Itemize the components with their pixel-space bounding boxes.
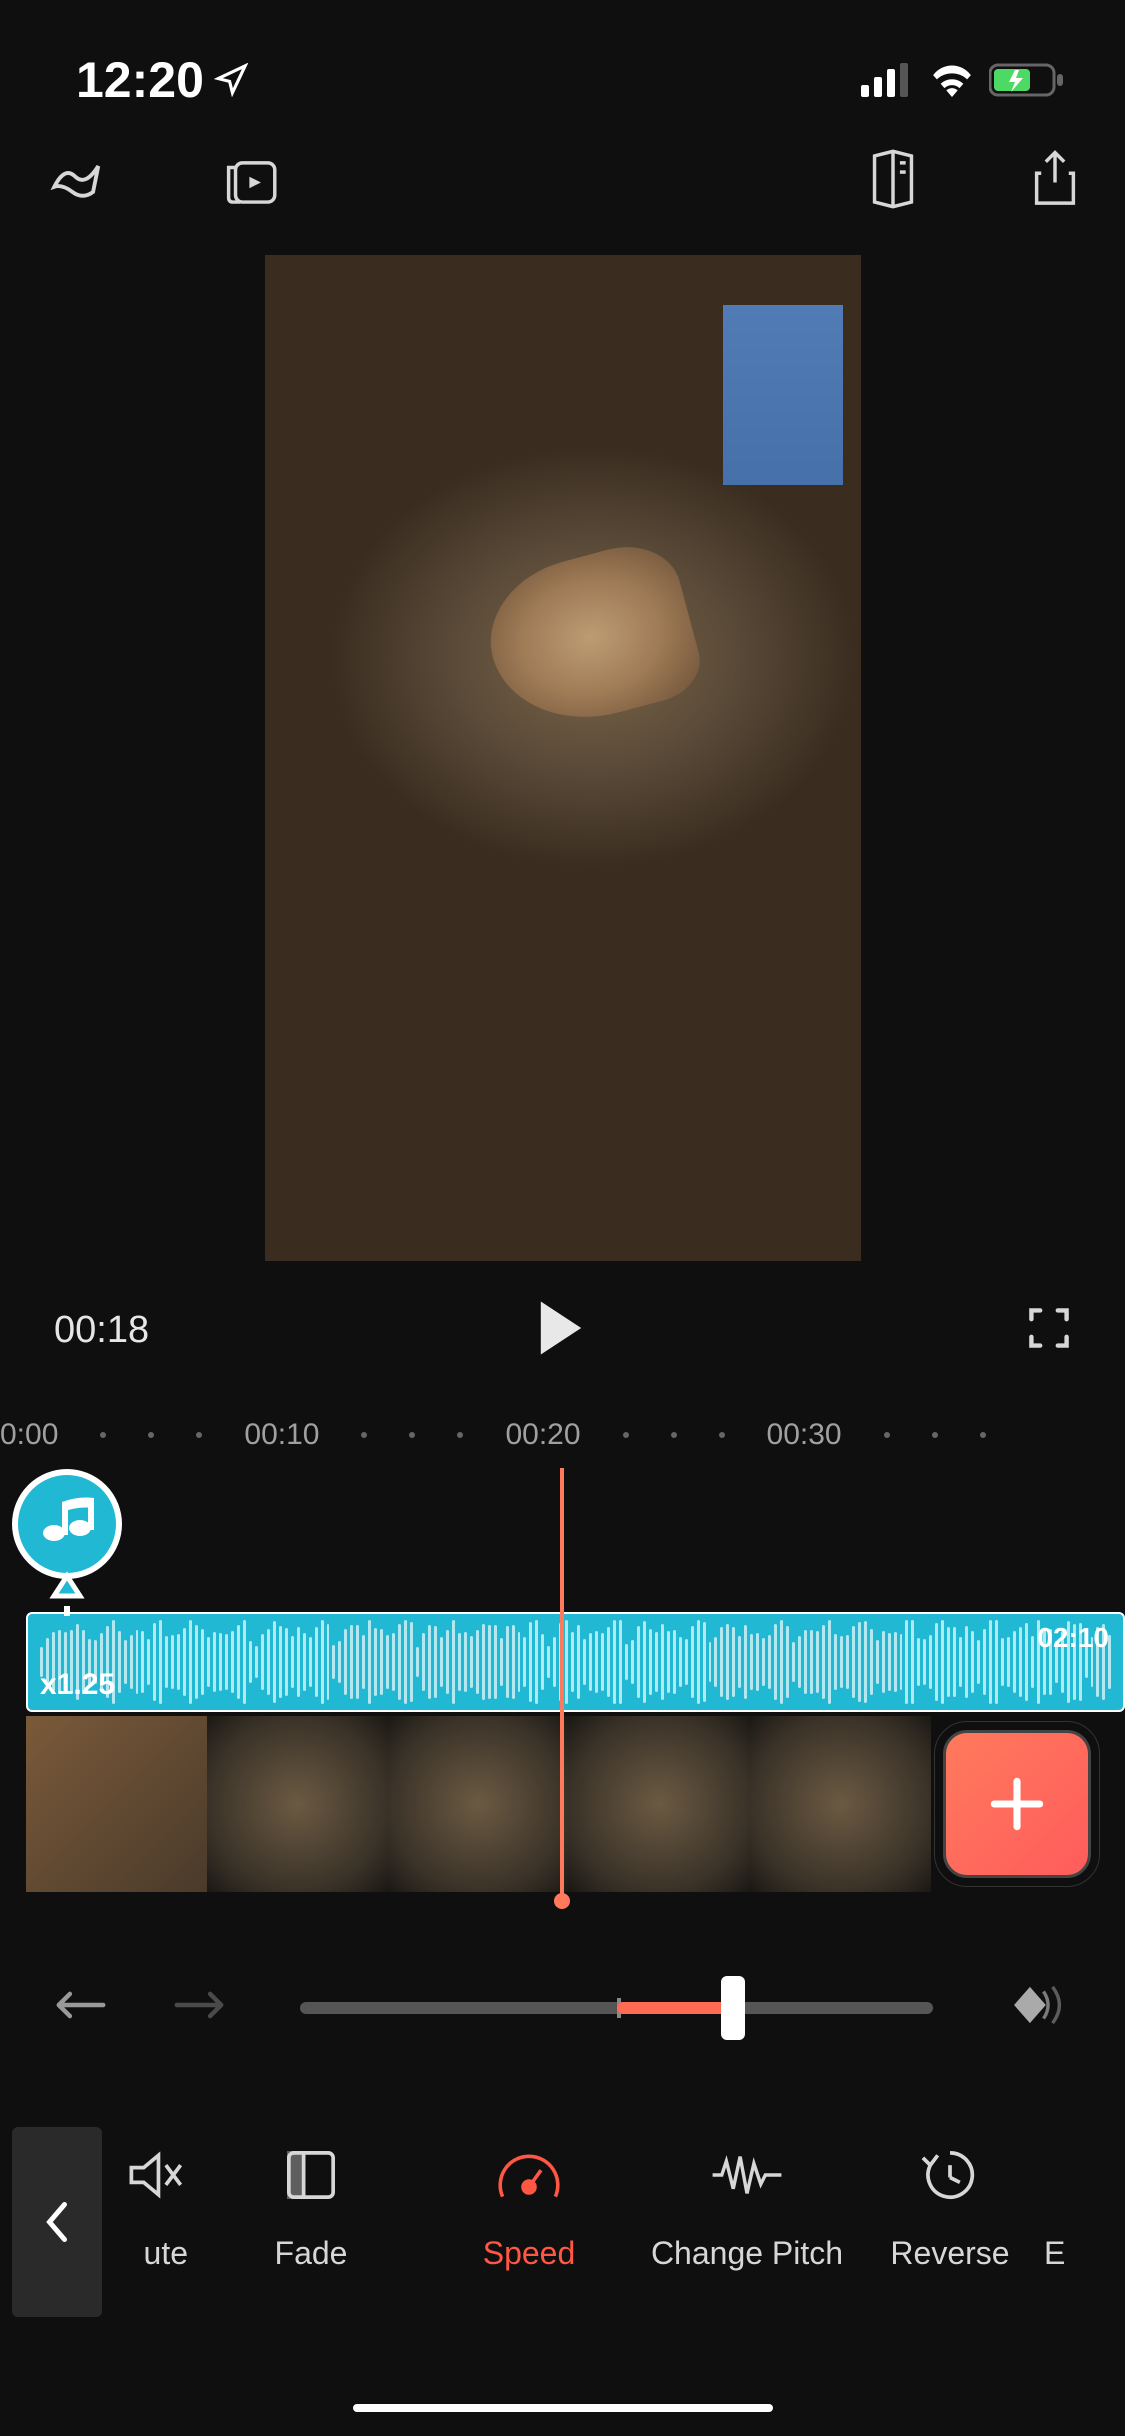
tool-label: ute — [144, 2235, 188, 2272]
status-bar: 12:20 — [0, 0, 1125, 130]
tool-label: E — [1044, 2235, 1065, 2272]
speed-slider[interactable] — [300, 2002, 933, 2014]
undo-button[interactable] — [52, 1985, 110, 2030]
ruler-tick — [980, 1432, 986, 1438]
tool-label: Reverse — [890, 2235, 1009, 2272]
edit-controls — [0, 1980, 1125, 2035]
speed-icon — [493, 2143, 565, 2207]
clip-thumbnail[interactable] — [207, 1716, 388, 1892]
clip-thumbnail[interactable] — [569, 1716, 750, 1892]
playhead[interactable] — [560, 1468, 564, 1898]
current-time: 00:18 — [54, 1309, 149, 1352]
timeline[interactable]: x1.25 02:10 — [0, 1468, 1125, 1898]
mute-icon — [124, 2143, 188, 2207]
video-preview[interactable] — [265, 255, 861, 1261]
music-marker[interactable] — [8, 1468, 126, 1616]
reverse-icon — [918, 2143, 982, 2207]
tool-label: Change Pitch — [651, 2235, 843, 2272]
clip-thumbnail[interactable] — [388, 1716, 569, 1892]
status-time-text: 12:20 — [76, 51, 204, 109]
clip-thumbnail[interactable] — [750, 1716, 931, 1892]
pitch-icon — [708, 2143, 786, 2207]
ruler-tick — [719, 1432, 725, 1438]
ruler-label: 00:30 — [767, 1418, 842, 1452]
preview-frame-content — [265, 255, 861, 1261]
slider-fill — [617, 2002, 733, 2014]
clip-thumbnail[interactable] — [26, 1716, 207, 1892]
app-logo-icon[interactable] — [44, 148, 106, 215]
ruler-label: 00:10 — [244, 1418, 319, 1452]
ruler-tick — [671, 1432, 677, 1438]
ruler-tick — [409, 1432, 415, 1438]
tool-change-pitch[interactable]: Change Pitch — [638, 2143, 856, 2272]
top-nav — [0, 130, 1125, 245]
redo-button[interactable] — [170, 1985, 228, 2030]
ruler-label: 00:20 — [505, 1418, 580, 1452]
playback-controls: 00:18 — [0, 1261, 1125, 1362]
waveform — [28, 1614, 1123, 1710]
audio-duration-label: 02:10 — [1037, 1622, 1109, 1654]
add-clip-button[interactable] — [943, 1730, 1091, 1878]
tool-label: Fade — [275, 2235, 348, 2272]
ruler-tick — [932, 1432, 938, 1438]
ruler-tick — [623, 1432, 629, 1438]
fullscreen-button[interactable] — [1027, 1306, 1071, 1355]
play-button[interactable] — [535, 1299, 587, 1362]
fade-icon — [279, 2143, 343, 2207]
tool-speed[interactable]: Speed — [420, 2143, 638, 2272]
ruler-tick — [457, 1432, 463, 1438]
wifi-icon — [929, 63, 975, 97]
tool-reverse[interactable]: Reverse — [856, 2143, 1044, 2272]
slider-thumb[interactable] — [721, 1976, 745, 2040]
ruler-tick — [100, 1432, 106, 1438]
battery-icon — [989, 62, 1065, 98]
tool-fade[interactable]: Fade — [202, 2143, 420, 2272]
audio-track[interactable]: x1.25 02:10 — [26, 1612, 1125, 1712]
tool-next[interactable]: E — [1044, 2143, 1084, 2272]
ruler-label: 0:00 — [0, 1418, 58, 1452]
status-time: 12:20 — [76, 51, 248, 109]
ruler-tick — [196, 1432, 202, 1438]
tutorial-icon[interactable] — [867, 149, 919, 214]
timeline-ruler[interactable]: 0:00 00:10 00:20 00:30 — [0, 1418, 1125, 1452]
video-track[interactable] — [26, 1716, 1125, 1892]
ruler-tick — [361, 1432, 367, 1438]
tool-label: Speed — [483, 2235, 576, 2272]
ruler-tick — [884, 1432, 890, 1438]
ruler-tick — [148, 1432, 154, 1438]
audio-speed-label: x1.25 — [40, 1668, 115, 1702]
location-icon — [214, 63, 248, 97]
home-indicator[interactable] — [353, 2404, 773, 2412]
bottom-toolbar: ute Fade Speed Change Pitch Reverse E — [0, 2143, 1125, 2272]
status-icons — [861, 62, 1065, 98]
keyframe-button[interactable] — [1005, 1980, 1073, 2035]
templates-icon[interactable] — [224, 151, 284, 212]
share-icon[interactable] — [1029, 148, 1081, 215]
signal-icon — [861, 63, 915, 97]
back-button[interactable] — [12, 2127, 102, 2317]
